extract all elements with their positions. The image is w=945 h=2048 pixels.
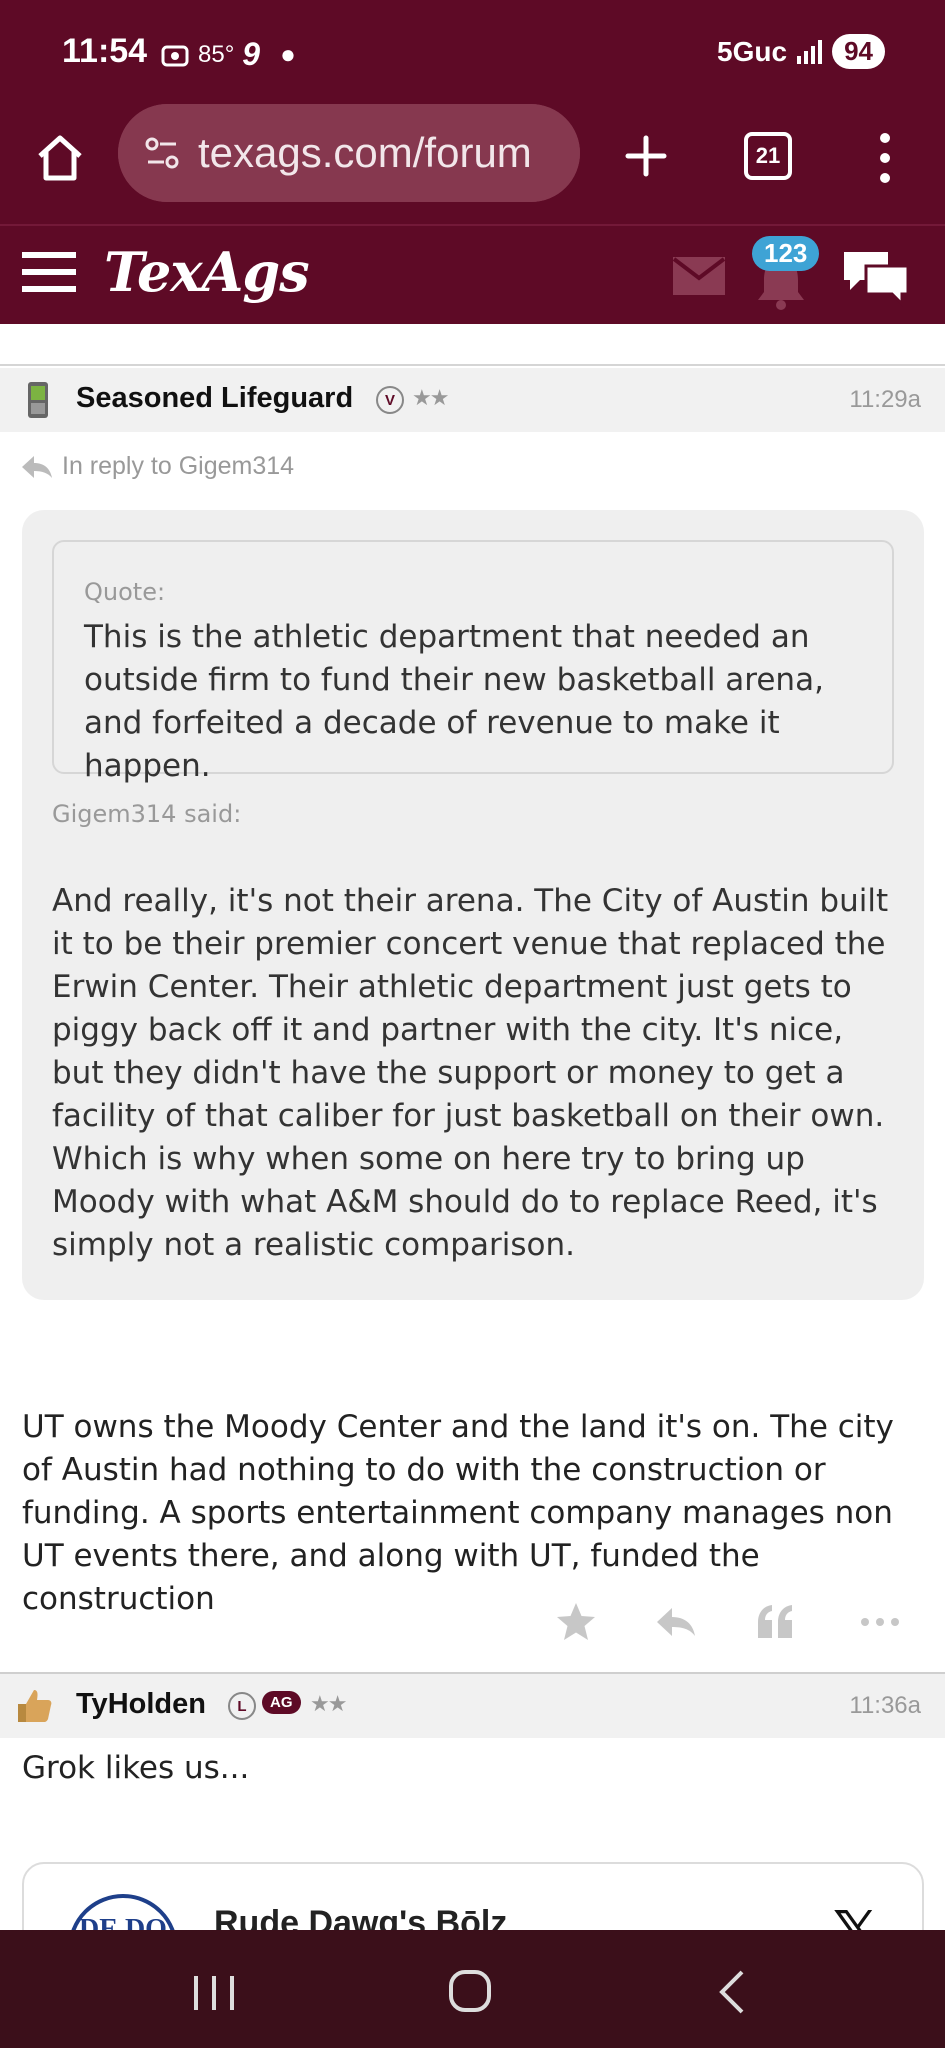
chat-icon[interactable]: [840, 246, 912, 308]
inner-quote-text: This is the athletic department that nee…: [84, 619, 824, 784]
more-horiz-icon[interactable]: [858, 1600, 902, 1644]
mail-icon[interactable]: [672, 256, 726, 296]
site-header: TexAgs 123: [0, 224, 945, 324]
post-time: 11:36a: [849, 1692, 921, 1719]
recent-apps-icon[interactable]: [184, 1968, 244, 2016]
home-icon[interactable]: [32, 130, 88, 186]
quote-attribution[interactable]: Gigem314 said:: [52, 800, 241, 828]
tabs-button[interactable]: 21: [744, 132, 792, 180]
phone-avatar-icon: [28, 382, 48, 418]
more-vert-icon[interactable]: [870, 128, 900, 188]
inner-quote-block: Quote: This is the athletic department t…: [52, 540, 894, 784]
outer-quote-text: And really, it's not their arena. The Ci…: [52, 883, 889, 1263]
network-type: 5Guc: [717, 35, 788, 67]
reply-to-link[interactable]: In reply to Gigem314: [20, 452, 294, 481]
status-bar: 11:54 85° 9 ● 5Guc 94: [0, 0, 945, 104]
post-header: TyHolden L AG ★★ 11:36a: [0, 1674, 945, 1738]
ag-badge: AG: [262, 1691, 301, 1714]
status-icons: 85° 9 ●: [160, 36, 296, 73]
quote-icon[interactable]: [754, 1600, 798, 1644]
post-author[interactable]: TyHolden: [76, 1688, 206, 1721]
post-body: UT owns the Moody Center and the land it…: [22, 1409, 894, 1617]
site-settings-icon[interactable]: [140, 131, 184, 175]
post-body: Grok likes us...: [22, 1750, 250, 1786]
post-actions: [0, 1596, 945, 1652]
reply-icon[interactable]: [654, 1600, 698, 1644]
post-author[interactable]: Seasoned Lifeguard: [76, 382, 353, 415]
reply-to-text[interactable]: In reply to Gigem314: [62, 452, 294, 481]
address-bar-pill[interactable]: texags.com/forum: [118, 104, 580, 202]
star-icon[interactable]: [554, 1600, 598, 1644]
post-time: 11:29a: [849, 386, 921, 413]
battery-level: 94: [832, 34, 885, 69]
previous-post-actions: [0, 324, 945, 366]
verified-badge: V: [376, 386, 404, 414]
outer-quote-block: Quote: This is the athletic department t…: [22, 510, 924, 1300]
browser-toolbar: texags.com/forum 21: [0, 104, 945, 224]
url-text[interactable]: texags.com/forum: [198, 129, 532, 177]
status-time: 11:54: [62, 32, 148, 70]
thumbs-up-avatar-icon: [18, 1690, 52, 1722]
quote-label: Quote:: [84, 578, 166, 606]
notification-number: 9: [242, 36, 261, 72]
home-circle-icon[interactable]: [440, 1968, 500, 2016]
temperature: 85°: [198, 40, 235, 68]
hamburger-icon[interactable]: [22, 250, 76, 294]
status-right: 5Guc 94: [717, 34, 885, 69]
rating-stars: ★★: [412, 386, 449, 411]
dot-icon: ●: [280, 39, 296, 69]
post-header: Seasoned Lifeguard V ★★ 11:29a: [0, 368, 945, 432]
site-logo[interactable]: TexAgs: [104, 240, 310, 304]
rating-stars: ★★: [310, 1692, 347, 1717]
back-icon[interactable]: [704, 1968, 764, 2016]
notification-badge[interactable]: 123: [752, 236, 820, 271]
l-badge: L: [228, 1692, 256, 1720]
system-nav-bar: [0, 1930, 945, 2048]
plus-icon[interactable]: [618, 128, 674, 184]
camera-status-icon: [161, 45, 189, 66]
signal-icon: [797, 39, 823, 64]
reply-icon: [22, 455, 52, 478]
